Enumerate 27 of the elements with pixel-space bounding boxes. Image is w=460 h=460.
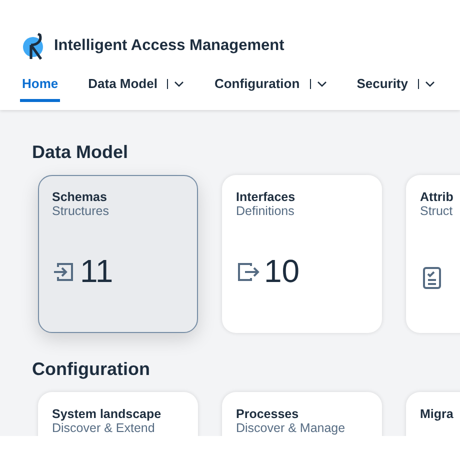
tile-card[interactable]: Processes Discover & Manage xyxy=(222,392,382,436)
nav-tab[interactable]: Data Model xyxy=(86,76,186,102)
tile-title: Attrib xyxy=(420,190,454,204)
tile-subtitle: Discover & Manage xyxy=(236,421,346,435)
tile-subtitle: Definitions xyxy=(236,204,296,218)
tile-card[interactable]: Schemas Structures 11 xyxy=(38,175,198,333)
nav-tab[interactable]: Home xyxy=(20,76,60,102)
tile-title: Schemas xyxy=(52,190,108,204)
tile-card[interactable]: Migra xyxy=(406,392,460,436)
tile-title: Interfaces xyxy=(236,190,296,204)
nav-tab[interactable]: Security xyxy=(354,76,437,102)
tile-card[interactable]: System landscape Discover & Extend xyxy=(38,392,198,436)
section-title: Configuration xyxy=(32,359,151,380)
tile-title: Migra xyxy=(420,407,454,421)
tile-subtitle: Struct xyxy=(420,204,454,218)
tile-card[interactable]: Interfaces Definitions 10 xyxy=(222,175,382,333)
nav-tab[interactable]: Configuration xyxy=(212,76,329,102)
tile-subtitle: Discover & Extend xyxy=(52,421,156,435)
tile-title: System landscape xyxy=(52,407,162,421)
tile-title: Processes xyxy=(236,407,300,421)
section-title: Data Model xyxy=(32,142,130,163)
tile-card[interactable]: Attrib Struct xyxy=(406,175,460,333)
tile-subtitle: Structures xyxy=(52,204,110,218)
tile-count: 11 xyxy=(80,253,114,290)
checklist-icon xyxy=(420,266,444,290)
app-title: Intelligent Access Management xyxy=(54,37,284,55)
tile-count: 10 xyxy=(264,253,300,290)
